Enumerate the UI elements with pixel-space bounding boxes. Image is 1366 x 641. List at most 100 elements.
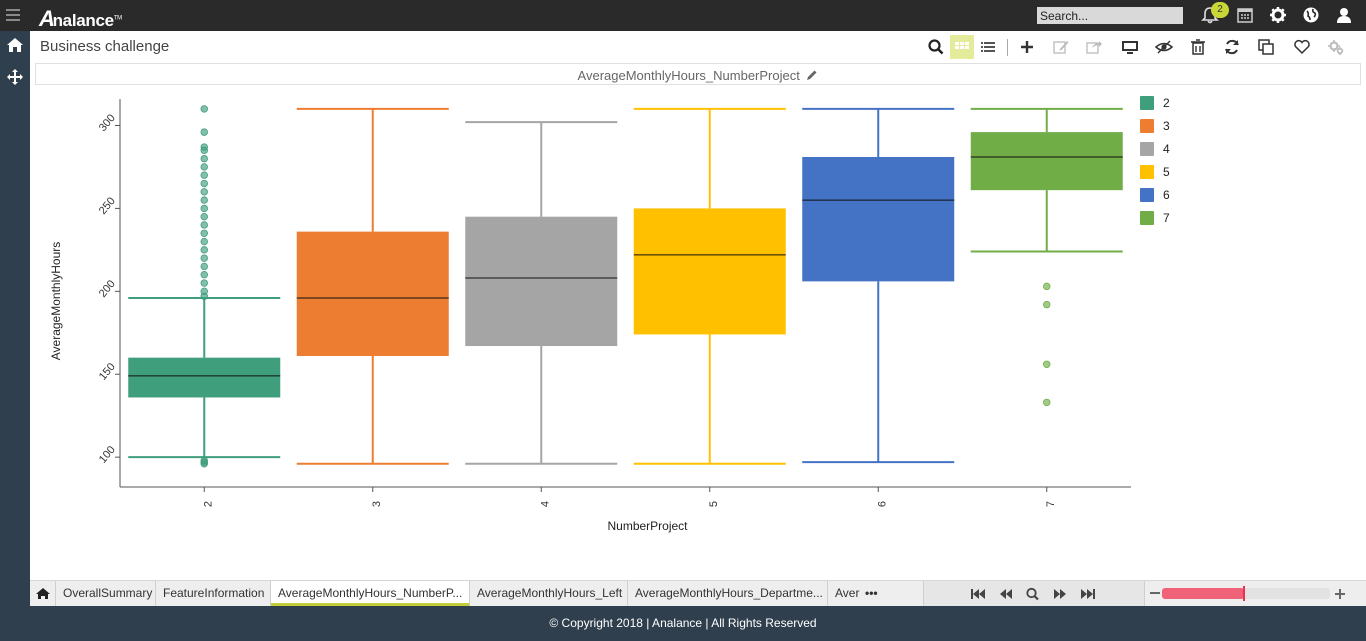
tab-average-truncated[interactable]: Aver [828, 581, 860, 606]
outlier-point [200, 196, 208, 204]
outlier-point [200, 105, 208, 113]
tab-average-monthly-hours-left[interactable]: AverageMonthlyHours_Left [470, 581, 628, 606]
outlier-point [200, 246, 208, 254]
outlier-point [200, 456, 208, 465]
home-icon[interactable] [6, 37, 24, 53]
notification-badge: 2 [1211, 2, 1229, 18]
gear-icon[interactable] [1268, 5, 1288, 25]
legend-label-3: 3 [1163, 119, 1170, 133]
favorite-icon[interactable] [1290, 35, 1314, 59]
chart-title-bar: AverageMonthlyHours_NumberProject [35, 63, 1361, 85]
outlier-point [200, 262, 208, 271]
outlier-point [200, 287, 208, 296]
y-tick-label: 300 [97, 112, 118, 134]
legend-label-2: 2 [1163, 96, 1170, 110]
edit-icon[interactable] [1049, 35, 1073, 59]
delete-icon[interactable] [1186, 35, 1210, 59]
search-icon[interactable] [924, 35, 948, 59]
zoom-slider-handle[interactable] [1243, 586, 1245, 601]
add-icon[interactable] [1015, 35, 1039, 59]
last-icon[interactable] [1080, 587, 1096, 601]
zoom-slider-fill [1162, 588, 1244, 599]
legend-swatch-2[interactable] [1140, 96, 1154, 110]
outlier-point [200, 279, 208, 287]
tab-average-monthly-hours-department[interactable]: AverageMonthlyHours_Departme... [628, 581, 828, 606]
user-icon[interactable] [1334, 5, 1354, 25]
menu-icon[interactable] [6, 9, 20, 21]
main-panel: Business challenge AverageMonthlyHours_N… [30, 31, 1366, 606]
globe-icon[interactable] [1301, 5, 1321, 25]
outlier-point [200, 171, 208, 179]
settings-icon[interactable] [1324, 35, 1348, 59]
tab-overall-summary[interactable]: OverallSummary [56, 581, 156, 606]
outlier-point [200, 237, 208, 246]
legend-swatch-4[interactable] [1140, 142, 1154, 156]
hide-icon[interactable] [1152, 35, 1176, 59]
legend-label-5: 5 [1163, 165, 1170, 179]
x-tick-label: 2 [202, 501, 214, 507]
x-tick-label: 7 [1045, 501, 1057, 507]
box-7[interactable] [970, 132, 1123, 191]
outlier-point [1043, 300, 1051, 309]
copy-icon[interactable] [1254, 35, 1278, 59]
app-logo[interactable]: AnalanceTM [39, 6, 122, 32]
outlier-point [200, 154, 208, 163]
outlier-point [200, 188, 208, 196]
tab-navigation [923, 581, 1145, 606]
legend-swatch-3[interactable] [1140, 119, 1154, 133]
outlier-point [1043, 282, 1051, 291]
refresh-icon[interactable] [1220, 35, 1244, 59]
legend-swatch-6[interactable] [1140, 188, 1154, 202]
list-view-icon[interactable] [976, 35, 1000, 59]
outlier-point [200, 143, 208, 151]
left-rail [0, 31, 30, 606]
outlier-point [200, 271, 208, 279]
search-input[interactable] [1037, 7, 1183, 24]
previous-icon[interactable] [998, 587, 1014, 601]
present-icon[interactable] [1118, 35, 1142, 59]
zoom-slider-track[interactable] [1162, 586, 1330, 601]
next-icon[interactable] [1052, 587, 1068, 601]
grid-view-icon[interactable] [950, 35, 974, 59]
legend-label-7: 7 [1163, 211, 1170, 225]
outlier-point [200, 254, 208, 262]
x-tick-label: 3 [371, 501, 383, 507]
zoom-control [1148, 581, 1366, 606]
outlier-point [200, 229, 208, 237]
share-icon[interactable] [1082, 35, 1106, 59]
legend-label-6: 6 [1163, 188, 1170, 202]
box-2[interactable] [128, 357, 281, 398]
y-tick-label: 150 [97, 361, 118, 383]
y-tick-label: 200 [97, 278, 118, 300]
outlier-point [200, 163, 208, 171]
calendar-icon[interactable] [1235, 5, 1255, 25]
home-tab-icon[interactable] [30, 581, 56, 606]
box-3[interactable] [296, 231, 449, 356]
tab-search-icon[interactable] [1025, 587, 1041, 601]
page-title: Business challenge [40, 38, 170, 55]
zoom-out-icon[interactable] [1150, 592, 1160, 594]
zoom-in-icon[interactable] [1334, 587, 1346, 599]
navigate-icon[interactable] [6, 68, 24, 86]
outlier-point [1043, 360, 1051, 368]
legend-label-4: 4 [1163, 142, 1170, 156]
outlier-point [200, 179, 208, 188]
footer: © Copyright 2018 | Analance | All Rights… [0, 606, 1366, 641]
tab-feature-information[interactable]: FeatureInformation [156, 581, 271, 606]
outlier-point [200, 221, 208, 229]
more-tabs-button[interactable]: ••• [858, 581, 888, 606]
first-icon[interactable] [970, 587, 986, 601]
y-axis-label: AverageMonthlyHours [49, 242, 63, 361]
box-4[interactable] [465, 216, 618, 347]
outlier-point [200, 212, 208, 221]
outlier-point [1043, 398, 1051, 407]
box-plot-chart: 100 150 200 250 300 AverageMonthlyHours 2 3 4 5 6 7… [49, 96, 1170, 533]
box-5[interactable] [633, 208, 786, 335]
tab-average-monthly-hours-number-project[interactable]: AverageMonthlyHours_NumberP... [271, 581, 470, 606]
legend-swatch-7[interactable] [1140, 211, 1154, 225]
x-tick-label: 6 [876, 501, 888, 507]
outlier-point [200, 204, 208, 213]
box-6[interactable] [802, 156, 955, 282]
pencil-icon[interactable] [806, 69, 818, 81]
legend-swatch-5[interactable] [1140, 165, 1154, 179]
